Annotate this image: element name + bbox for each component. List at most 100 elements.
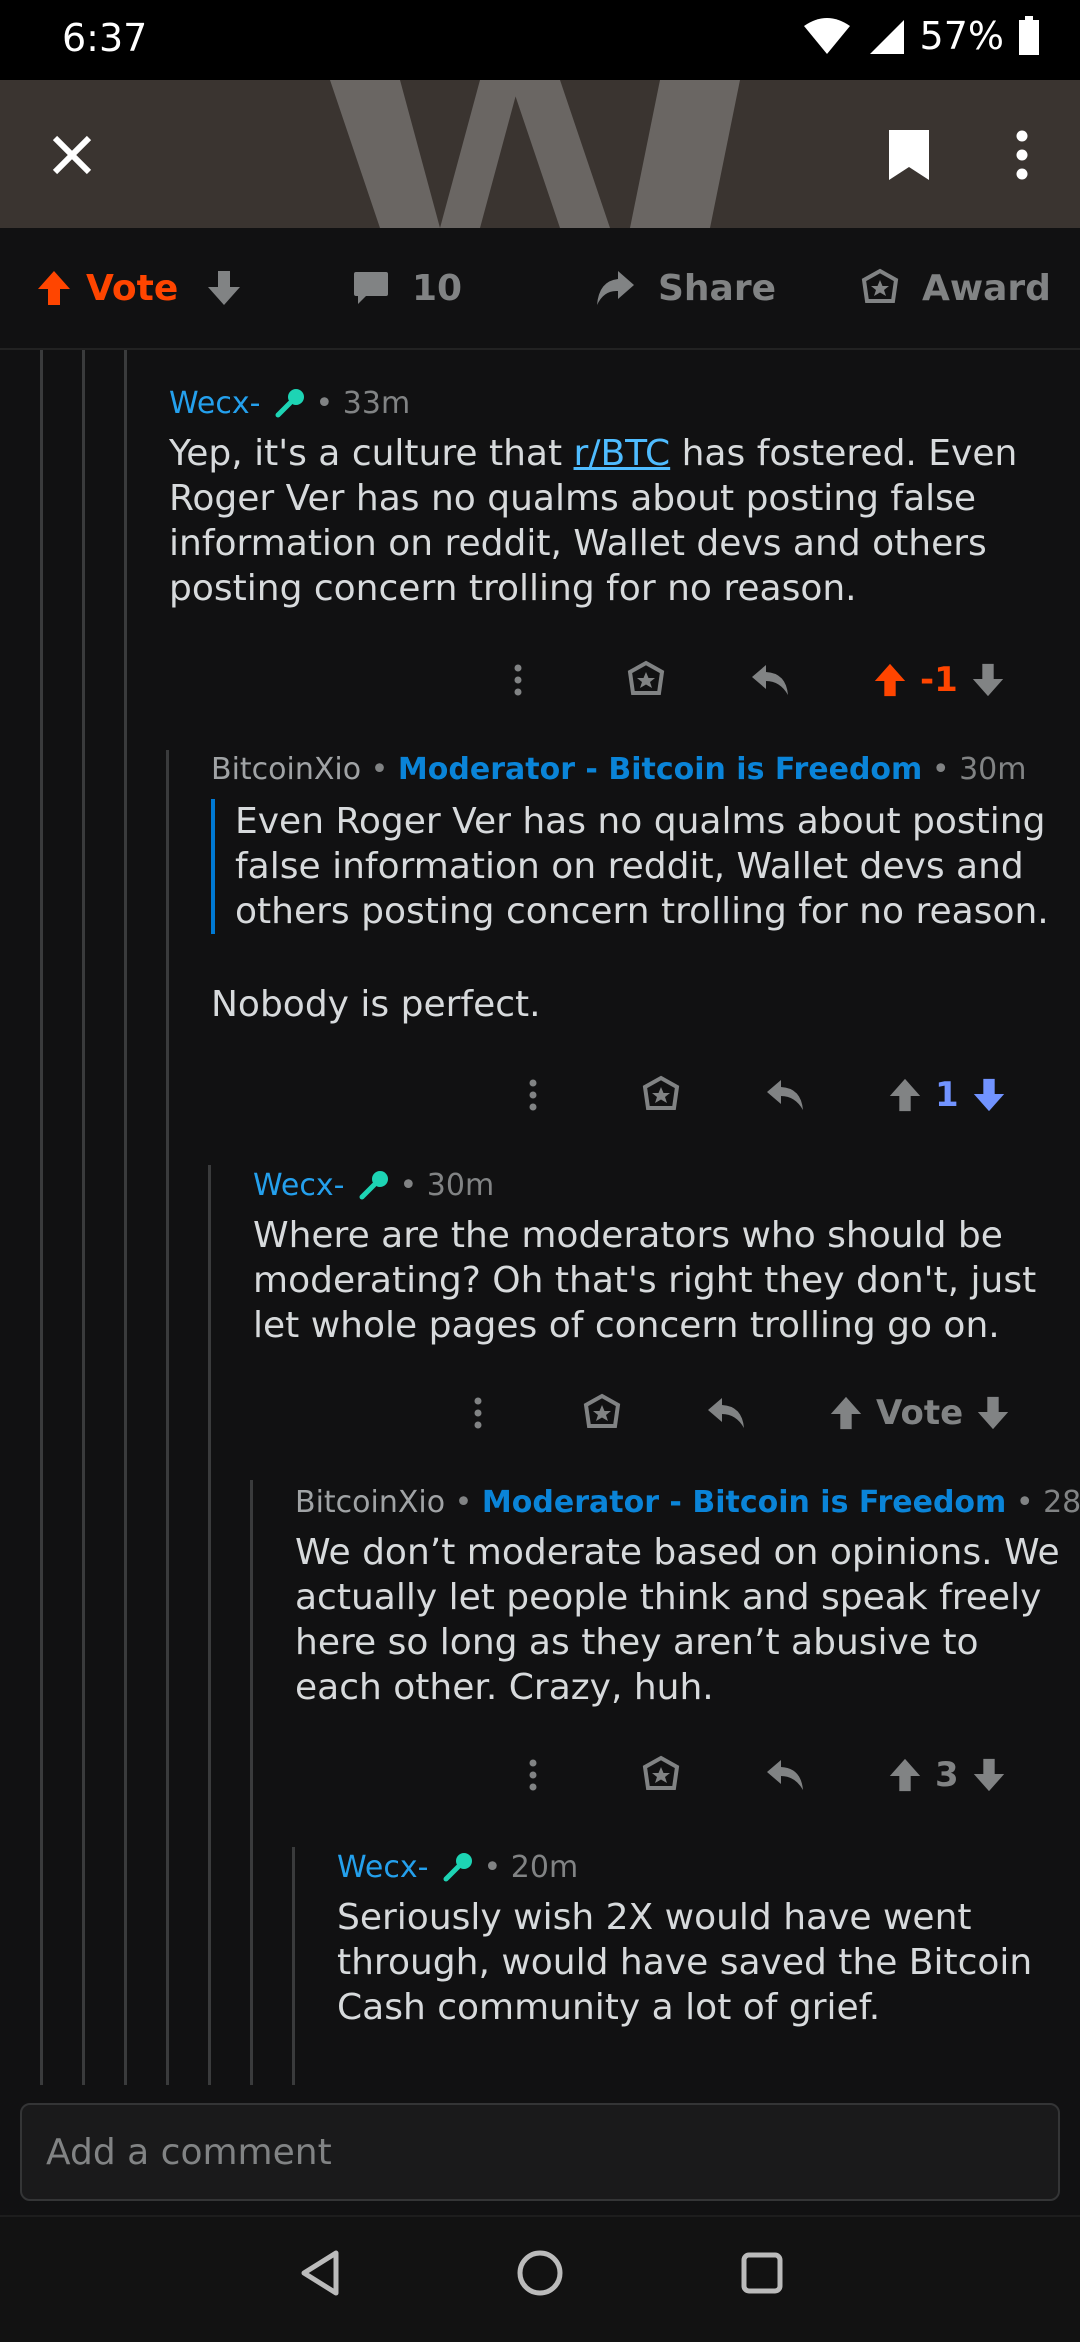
reply-button[interactable]: [765, 1078, 805, 1112]
comment-body: Nobody is perfect.: [211, 984, 541, 1025]
comment-score: Vote: [876, 1393, 964, 1433]
award-label: Award: [922, 267, 1051, 309]
upvote-icon: [38, 271, 70, 305]
comment-actions: Vote: [460, 1393, 1011, 1433]
user-flair: Moderator - Bitcoin is Freedom: [397, 752, 923, 787]
close-button[interactable]: [42, 110, 102, 200]
award-icon: [583, 1393, 621, 1428]
comment-thread[interactable]: Wecx- • 33m Yep, it's a culture that r/B…: [0, 350, 1080, 2085]
upvote-icon: [830, 1396, 862, 1430]
thread-line[interactable]: [250, 1480, 253, 2085]
more-options-button[interactable]: [515, 1079, 551, 1111]
post-header: [0, 80, 1080, 228]
user-flair: Moderator - Bitcoin is Freedom: [481, 1485, 1007, 1520]
wifi-icon: [803, 18, 850, 54]
recents-square-icon: [741, 2252, 783, 2294]
subreddit-link[interactable]: r/BTC: [574, 433, 671, 474]
comment-time: 30m: [426, 1168, 495, 1203]
comment: Wecx- • 33m Yep, it's a culture that r/B…: [169, 386, 1049, 611]
thread-line[interactable]: [166, 750, 169, 2085]
award-button[interactable]: [582, 1393, 622, 1433]
comment-author[interactable]: Wecx-: [169, 386, 260, 421]
add-comment-box[interactable]: [20, 2103, 1060, 2201]
award-button[interactable]: [641, 1075, 681, 1115]
award-icon: [642, 1755, 680, 1790]
comment-author[interactable]: BitcoinXio: [211, 752, 361, 787]
comment: Wecx- • 20m Seriously wish 2X would have…: [337, 1850, 1057, 2030]
reply-icon: [752, 665, 788, 695]
award-icon: [627, 660, 665, 695]
add-comment-bar: [0, 2085, 1080, 2215]
downvote-button[interactable]: [970, 662, 1006, 698]
downvote-icon: [973, 1078, 1004, 1112]
comment-actions: -1: [500, 660, 1006, 700]
thread-line[interactable]: [208, 1165, 211, 2085]
post-action-bar: Vote 10 Share Award: [0, 228, 1080, 350]
reply-icon: [708, 1398, 744, 1428]
comment: BitcoinXio • Moderator - Bitcoin is Free…: [211, 752, 1061, 1027]
home-button[interactable]: [514, 2247, 566, 2303]
status-bar: 6:37 57%: [0, 0, 1080, 80]
comment-score: 3: [935, 1755, 959, 1795]
downvote-button[interactable]: [971, 1757, 1007, 1793]
comment-time: 30m: [959, 752, 1027, 787]
award-icon: [861, 268, 899, 303]
banner-image: [330, 80, 740, 228]
upvote-button[interactable]: [887, 1077, 923, 1113]
upvote-button[interactable]: [887, 1757, 923, 1793]
downvote-button[interactable]: [971, 1077, 1007, 1113]
battery-icon: [1019, 16, 1039, 55]
comment-time: 20m: [510, 1850, 579, 1885]
back-triangle-icon: [301, 2250, 339, 2296]
more-options-button[interactable]: [515, 1759, 551, 1791]
more-options-button[interactable]: [500, 664, 536, 696]
microphone-icon: [275, 389, 304, 418]
upvote-button[interactable]: [828, 1395, 864, 1431]
comment: Wecx- • 30m Where are the moderators who…: [253, 1168, 1068, 1348]
comment-body: Where are the moderators who should be m…: [253, 1215, 1037, 1346]
upvote-button[interactable]: [872, 662, 908, 698]
comment-count: 10: [412, 267, 463, 309]
bookmark-button[interactable]: [874, 110, 944, 200]
award-button[interactable]: [626, 660, 666, 700]
share-button[interactable]: Share: [594, 228, 776, 348]
upvote-icon: [889, 1758, 921, 1792]
more-options-button[interactable]: [1002, 110, 1042, 200]
thread-line[interactable]: [124, 350, 127, 2085]
downvote-button[interactable]: [975, 1395, 1011, 1431]
back-button[interactable]: [296, 2247, 344, 2303]
comment-author[interactable]: Wecx-: [253, 1168, 344, 1203]
comment-body: We don’t moderate based on opinions. We …: [295, 1532, 1060, 1708]
more-vertical-icon: [1016, 130, 1028, 180]
comments-button[interactable]: 10: [352, 228, 462, 348]
more-vertical-icon: [514, 664, 522, 696]
comment-author[interactable]: Wecx-: [337, 1850, 428, 1885]
reply-icon: [767, 1080, 803, 1110]
recents-button[interactable]: [738, 2247, 786, 2303]
comment-score: 1: [935, 1075, 959, 1115]
reply-button[interactable]: [750, 663, 790, 697]
comment-actions: 1: [515, 1075, 1007, 1115]
upvote-button[interactable]: [36, 269, 72, 307]
downvote-icon: [977, 1396, 1009, 1430]
downvote-button[interactable]: [206, 269, 242, 307]
downvote-icon: [973, 1758, 1004, 1792]
thread-line[interactable]: [40, 350, 43, 2085]
award-icon: [642, 1075, 680, 1110]
add-comment-input[interactable]: [44, 2130, 1028, 2174]
reply-button[interactable]: [765, 1758, 805, 1792]
award-button[interactable]: [641, 1755, 681, 1795]
more-vertical-icon: [474, 1397, 482, 1429]
reply-button[interactable]: [706, 1396, 746, 1430]
bookmark-icon: [889, 130, 929, 180]
comment-quote: Even Roger Ver has no qualms about posti…: [211, 799, 1061, 934]
award-button[interactable]: Award: [860, 228, 1051, 348]
thread-line[interactable]: [82, 350, 85, 2085]
more-options-button[interactable]: [460, 1397, 496, 1429]
thread-line[interactable]: [292, 1847, 295, 2085]
battery-percent: 57%: [919, 14, 1004, 58]
close-icon: [52, 135, 92, 175]
status-time: 6:37: [62, 16, 148, 60]
downvote-icon: [972, 663, 1003, 697]
comment-author[interactable]: BitcoinXio: [295, 1485, 445, 1520]
